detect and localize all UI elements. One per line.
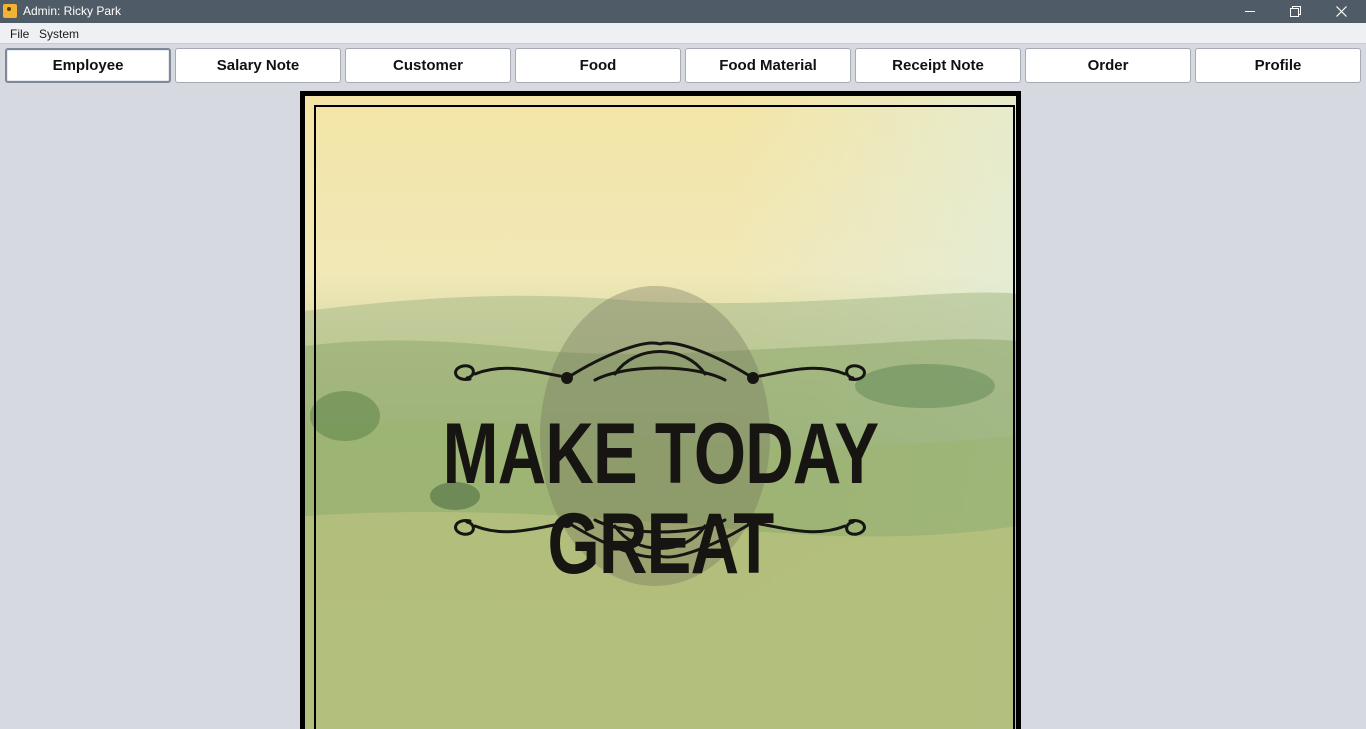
app-icon: [3, 4, 17, 18]
food-button[interactable]: Food: [515, 48, 681, 83]
salary-note-button[interactable]: Salary Note: [175, 48, 341, 83]
profile-button[interactable]: Profile: [1195, 48, 1361, 83]
motivational-poster: MAKE TODAY GREAT: [300, 91, 1021, 729]
menu-file[interactable]: File: [10, 27, 29, 41]
close-icon[interactable]: [1318, 0, 1364, 23]
poster-background: MAKE TODAY GREAT: [305, 96, 1016, 729]
minimize-icon[interactable]: [1227, 0, 1273, 23]
restore-icon[interactable]: [1272, 0, 1318, 23]
employee-button[interactable]: Employee: [5, 48, 171, 83]
poster-inner-border: [314, 105, 1015, 729]
menu-system[interactable]: System: [39, 27, 79, 41]
customer-button[interactable]: Customer: [345, 48, 511, 83]
food-material-button[interactable]: Food Material: [685, 48, 851, 83]
order-button[interactable]: Order: [1025, 48, 1191, 83]
menu-bar: File System: [0, 23, 1366, 44]
title-bar: Admin: Ricky Park: [0, 0, 1366, 23]
receipt-note-button[interactable]: Receipt Note: [855, 48, 1021, 83]
window-title: Admin: Ricky Park: [23, 4, 122, 18]
